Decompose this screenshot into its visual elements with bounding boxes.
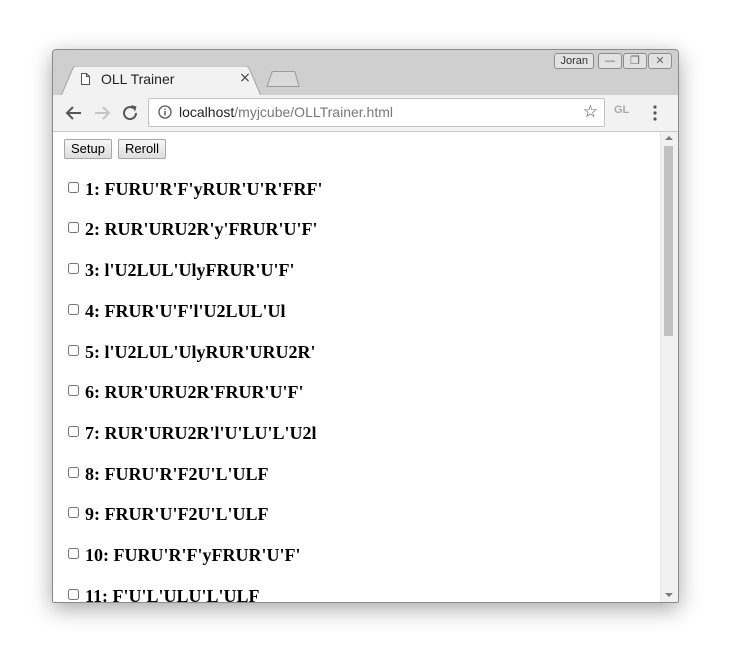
scroll-down-arrow-icon[interactable]	[665, 593, 673, 597]
url-text[interactable]: localhost/myjcube/OLLTrainer.html	[179, 103, 393, 121]
maximize-button[interactable]: ❐	[623, 53, 647, 69]
tab-close-icon[interactable]: ×	[238, 69, 252, 87]
page-icon	[81, 73, 90, 85]
algorithm-checkbox[interactable]	[68, 589, 79, 600]
algorithm-label: 3: l'U2LUL'UlyFRUR'U'F'	[85, 260, 295, 280]
algorithm-label: 10: FURU'R'F'yFRUR'U'F'	[85, 545, 301, 565]
algorithm-label: 4: FRUR'U'F'l'U2LUL'Ul	[85, 301, 286, 321]
algorithm-label: 7: RUR'URU2R'l'U'LU'L'U2l	[85, 423, 317, 443]
algorithm-label: 8: FURU'R'F2U'L'ULF	[85, 464, 269, 484]
reroll-button[interactable]: Reroll	[118, 139, 166, 159]
algorithm-checkbox[interactable]	[68, 467, 79, 478]
extension-button[interactable]: GL	[614, 104, 629, 116]
minimize-button[interactable]: —	[598, 53, 622, 69]
scroll-up-arrow-icon[interactable]	[665, 136, 673, 140]
profile-badge[interactable]: Joran	[554, 53, 594, 69]
page-content: Setup Reroll 1: FURU'R'F'yRUR'U'R'FRF' 2…	[53, 132, 661, 602]
reload-icon[interactable]	[118, 101, 142, 125]
algorithm-label: 2: RUR'URU2R'y'FRUR'U'F'	[85, 219, 318, 239]
close-window-button[interactable]: ✕	[648, 53, 672, 69]
url-host: localhost	[179, 104, 235, 120]
algorithm-checkbox[interactable]	[68, 548, 79, 559]
vertical-scrollbar[interactable]	[660, 132, 678, 602]
algorithm-checkbox[interactable]	[68, 263, 79, 274]
scrollbar-thumb[interactable]	[664, 146, 673, 336]
arrow-right-icon[interactable]	[90, 101, 114, 125]
algorithm-checkbox[interactable]	[68, 222, 79, 233]
new-tab-button[interactable]	[266, 71, 300, 87]
algorithm-checkbox[interactable]	[68, 385, 79, 396]
algorithm-checkbox[interactable]	[68, 345, 79, 356]
algorithm-label: 9: FRUR'U'F2U'L'ULF	[85, 504, 269, 524]
algorithm-checkbox[interactable]	[68, 507, 79, 518]
info-icon[interactable]	[158, 105, 172, 119]
url-path: /myjcube/OLLTrainer.html	[234, 104, 393, 120]
algorithm-checkbox[interactable]	[68, 426, 79, 437]
algorithm-label: 5: l'U2LUL'UlyRUR'URU2R'	[85, 342, 316, 362]
algorithm-label: 11: F'U'L'ULU'L'ULF	[85, 586, 260, 602]
kebab-menu-icon[interactable]	[649, 104, 661, 122]
setup-button[interactable]: Setup	[64, 139, 112, 159]
browser-window: Joran — ❐ ✕ OLL Trainer × localhost/myjc…	[52, 49, 679, 603]
algorithm-label: 6: RUR'URU2R'FRUR'U'F'	[85, 382, 304, 402]
title-bar: Joran — ❐ ✕ OLL Trainer ×	[53, 50, 678, 96]
tab-title: OLL Trainer	[101, 71, 175, 87]
address-bar[interactable]: localhost/myjcube/OLLTrainer.html ☆	[148, 98, 605, 127]
algorithm-label: 1: FURU'R'F'yRUR'U'R'FRF'	[85, 179, 323, 199]
algorithm-checkbox[interactable]	[68, 304, 79, 315]
algorithm-checkbox[interactable]	[68, 182, 79, 193]
bookmark-star-icon[interactable]: ☆	[583, 102, 598, 122]
browser-toolbar: localhost/myjcube/OLLTrainer.html ☆ GL	[53, 95, 678, 132]
page-viewport: Setup Reroll 1: FURU'R'F'yRUR'U'R'FRF' 2…	[53, 132, 678, 602]
arrow-left-icon[interactable]	[62, 101, 86, 125]
